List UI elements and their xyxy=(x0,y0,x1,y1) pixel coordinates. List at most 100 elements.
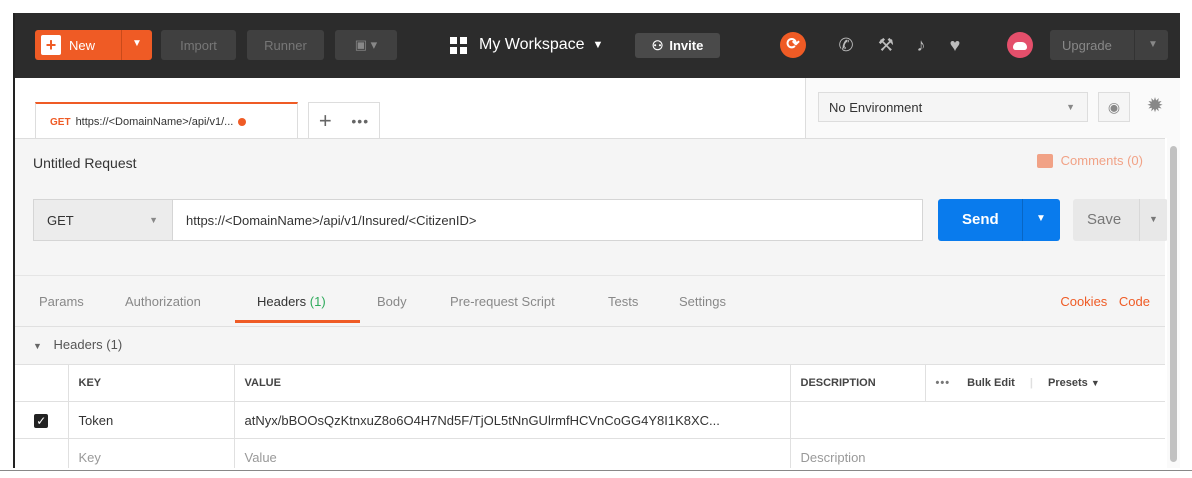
cookies-link[interactable]: Cookies xyxy=(1060,294,1107,309)
method-value: GET xyxy=(47,212,74,228)
new-label: New xyxy=(69,37,96,53)
description-input[interactable]: Description xyxy=(789,438,1165,468)
request-tab[interactable]: GET https://<DomainName>/api/v1/... xyxy=(35,102,298,140)
column-description: DESCRIPTION xyxy=(789,364,925,402)
table-row-new: Key Value Description xyxy=(15,438,1165,468)
comments-link[interactable]: Comments (0) xyxy=(1036,153,1143,168)
workspace-grid-icon xyxy=(450,36,467,54)
save-label: Save xyxy=(1087,211,1122,228)
add-tab-icon[interactable]: + xyxy=(319,110,332,132)
more-options-icon[interactable]: ••• xyxy=(936,377,951,389)
comment-icon xyxy=(1036,153,1053,168)
new-button[interactable]: + New ▼ xyxy=(35,30,152,60)
send-divider xyxy=(1022,199,1023,241)
new-dropdown-icon[interactable]: ▼ xyxy=(132,38,142,49)
row-description[interactable] xyxy=(789,401,1165,439)
value-input[interactable]: Value xyxy=(233,438,790,468)
tab-headers-label: Headers xyxy=(257,294,307,309)
checkbox-checked[interactable]: ✓ xyxy=(34,413,49,428)
code-link[interactable]: Code xyxy=(1119,294,1150,309)
satellite-icon[interactable]: ✆ xyxy=(833,32,859,58)
bell-icon[interactable]: ♪ xyxy=(908,32,934,58)
chevron-down-icon: ▼ xyxy=(1066,102,1075,112)
send-label: Send xyxy=(962,211,999,228)
new-plus-icon: + xyxy=(41,35,61,55)
tab-headers-count: (1) xyxy=(309,294,326,309)
top-toolbar: + New ▼ Import Runner ▣ ▾ My Workspace ▼… xyxy=(15,13,1180,78)
upgrade-divider xyxy=(1134,30,1135,60)
send-button[interactable]: Send ▼ xyxy=(938,199,1060,241)
tab-method: GET xyxy=(50,116,71,128)
presets-dropdown[interactable]: Presets ▼ xyxy=(1048,377,1100,389)
tab-tests[interactable]: Tests xyxy=(608,294,638,309)
more-tabs-icon[interactable]: ••• xyxy=(351,113,369,129)
cloud-avatar-icon[interactable] xyxy=(1007,32,1033,58)
environment-select[interactable]: No Environment ▼ xyxy=(818,92,1088,122)
url-input[interactable]: https://<DomainName>/api/v1/Insured/<Cit… xyxy=(173,199,923,241)
tab-body[interactable]: Body xyxy=(377,294,407,309)
runner-button[interactable]: Runner xyxy=(247,30,324,60)
new-window-button[interactable]: ▣ ▾ xyxy=(335,30,397,60)
sync-icon[interactable]: ⟳ xyxy=(780,32,806,58)
gear-icon[interactable]: ✹ xyxy=(1140,92,1170,122)
import-label: Import xyxy=(180,37,217,53)
table-row: ✓ Token atNyx/bBOOsQzKtnxuZ8o6O4H7Nd5F/T… xyxy=(15,401,1165,439)
collapse-triangle-icon: ▼ xyxy=(33,341,42,351)
scrollbar[interactable] xyxy=(1167,138,1180,468)
tab-headers[interactable]: Headers (1) xyxy=(257,294,326,309)
invite-button[interactable]: ⚇ Invite xyxy=(635,33,720,58)
table-tools: ••• Bulk Edit | Presets ▼ xyxy=(924,364,1165,402)
chevron-down-icon: ▼ xyxy=(592,39,604,51)
row-checkbox-cell: ✓ xyxy=(15,401,68,439)
environment-area: No Environment ▼ ◉ ✹ xyxy=(805,78,1180,138)
tab-params[interactable]: Params xyxy=(39,294,84,309)
upgrade-button[interactable]: Upgrade ▼ xyxy=(1050,30,1168,60)
postman-window: + New ▼ Import Runner ▣ ▾ My Workspace ▼… xyxy=(13,13,1180,468)
eye-icon[interactable]: ◉ xyxy=(1098,92,1130,122)
chevron-down-icon: ▼ xyxy=(149,215,158,225)
save-button[interactable]: Save ▼ xyxy=(1073,199,1168,241)
request-subtabs: Params Authorization Headers (1) Body Pr… xyxy=(15,275,1165,327)
new-row-checkbox-cell xyxy=(15,438,68,468)
cookies-code-links: Cookies Code xyxy=(1052,294,1150,309)
chevron-down-icon[interactable]: ▼ xyxy=(1148,39,1158,50)
upgrade-label: Upgrade xyxy=(1062,37,1112,53)
headers-section-header[interactable]: ▼ Headers (1) xyxy=(15,325,1165,363)
method-select[interactable]: GET ▼ xyxy=(33,199,173,241)
environment-selected: No Environment xyxy=(829,99,923,115)
workspace-label: My Workspace xyxy=(479,36,585,53)
new-divider xyxy=(121,30,122,60)
key-input[interactable]: Key xyxy=(67,438,234,468)
unsaved-dot-icon xyxy=(238,118,247,126)
scrollbar-thumb[interactable] xyxy=(1170,146,1177,462)
import-button[interactable]: Import xyxy=(161,30,236,60)
tab-prerequest-script[interactable]: Pre-request Script xyxy=(450,294,555,309)
tab-url: https://<DomainName>/api/v1/... xyxy=(75,116,234,128)
headers-section-title: Headers (1) xyxy=(53,337,123,352)
save-dropdown-icon[interactable]: ▼ xyxy=(1149,214,1158,224)
wrench-icon[interactable]: ⚒ xyxy=(873,32,899,58)
chevron-down-icon: ▼ xyxy=(1090,378,1100,388)
launch-icon: ▣ ▾ xyxy=(354,37,378,52)
heart-icon[interactable]: ♥ xyxy=(942,32,968,58)
save-divider xyxy=(1139,199,1140,241)
column-value: VALUE xyxy=(233,364,790,402)
bulk-edit-link[interactable]: Bulk Edit xyxy=(967,377,1015,389)
send-dropdown-icon[interactable]: ▼ xyxy=(1036,213,1046,224)
invite-label: Invite xyxy=(669,38,704,53)
invite-user-icon: ⚇ xyxy=(651,37,664,53)
headers-table: KEY VALUE DESCRIPTION ••• Bulk Edit | Pr… xyxy=(15,364,1165,468)
tools-divider: | xyxy=(1029,377,1033,389)
url-value: https://<DomainName>/api/v1/Insured/<Cit… xyxy=(186,212,477,228)
runner-label: Runner xyxy=(264,37,307,53)
row-key[interactable]: Token xyxy=(67,401,234,439)
headers-toggle[interactable]: ▼ Headers (1) xyxy=(33,337,122,352)
row-value[interactable]: atNyx/bBOOsQzKtnxuZ8o6O4H7Nd5F/TjOL5tNnG… xyxy=(233,401,790,439)
tab-actions: + ••• xyxy=(308,102,380,139)
request-title[interactable]: Untitled Request xyxy=(33,155,137,171)
tab-authorization[interactable]: Authorization xyxy=(125,294,201,309)
tab-settings[interactable]: Settings xyxy=(679,294,726,309)
workspace-switcher[interactable]: My Workspace ▼ xyxy=(450,30,603,60)
presets-label: Presets xyxy=(1048,377,1088,389)
active-tab-underline xyxy=(235,320,360,323)
